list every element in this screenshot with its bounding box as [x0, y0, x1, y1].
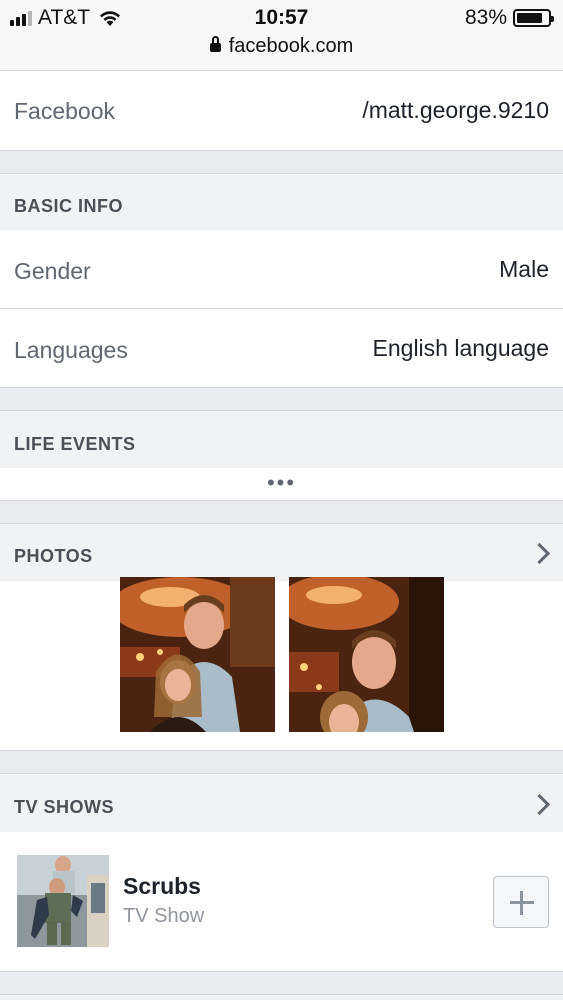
section-header-life-events: LIFE EVENTS [0, 410, 563, 468]
lock-icon [209, 36, 221, 52]
section-title: BASIC INFO [14, 196, 124, 216]
languages-label: Languages [14, 337, 128, 363]
section-title: TV SHOWS [14, 797, 115, 817]
section-title: LIFE EVENTS [14, 434, 136, 454]
life-events-row[interactable]: ••• [0, 468, 563, 501]
photo-thumbnail-2[interactable] [289, 577, 444, 732]
section-title: PHOTOS [14, 546, 93, 566]
photos-row [0, 581, 563, 751]
photo-image [289, 577, 444, 732]
info-row-languages: Languages English language [0, 309, 563, 388]
plus-icon[interactable] [493, 876, 549, 928]
photo-image [120, 577, 275, 732]
chevron-right-icon[interactable] [528, 542, 551, 565]
address-bar[interactable]: facebook.com [0, 35, 563, 58]
contact-row-facebook[interactable]: Facebook /matt.george.9210 [0, 71, 563, 151]
tv-show-image [17, 855, 109, 947]
battery-percent: 83% [464, 6, 507, 29]
tv-show-title[interactable]: Scrubs [123, 873, 201, 900]
gender-label: Gender [14, 258, 91, 284]
section-header-basic-info: BASIC INFO [0, 173, 563, 230]
contact-value[interactable]: /matt.george.9210 [362, 97, 549, 124]
tv-show-subtitle: TV Show [123, 905, 205, 927]
status-right: 83% [464, 6, 554, 30]
tv-show-thumbnail[interactable] [17, 855, 109, 947]
more-icon[interactable]: ••• [0, 470, 563, 496]
info-row-gender: Gender Male [0, 230, 563, 309]
chevron-right-icon[interactable] [528, 793, 551, 816]
section-header-photos[interactable]: PHOTOS [0, 523, 563, 581]
next-section-edge [0, 994, 563, 1000]
battery-icon [513, 9, 554, 27]
url-text: facebook.com [228, 35, 354, 57]
contact-label: Facebook [14, 98, 116, 124]
gender-value: Male [499, 256, 549, 282]
section-header-tv-shows[interactable]: TV SHOWS [0, 773, 563, 832]
battery-fill [517, 13, 542, 23]
languages-value: English language [372, 335, 549, 361]
status-bar: AT&T 10:57 83% facebook.com [0, 0, 563, 71]
photo-thumbnail-1[interactable] [120, 577, 275, 732]
